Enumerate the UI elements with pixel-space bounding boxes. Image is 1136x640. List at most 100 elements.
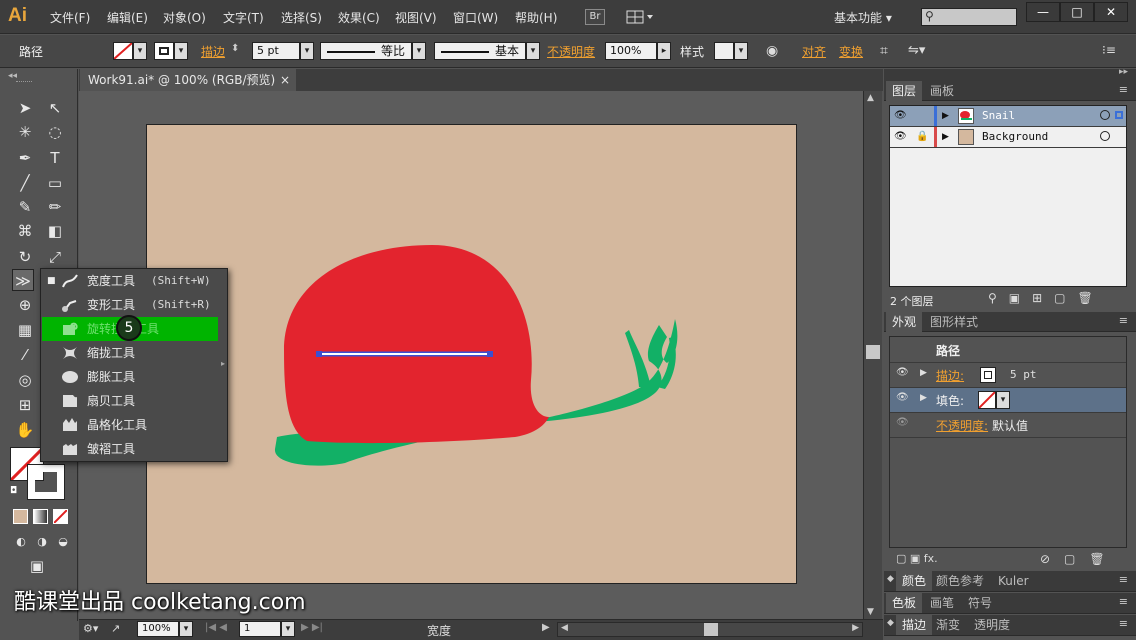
eraser-tool-icon[interactable]: ◧ — [44, 220, 66, 242]
hand-tool-icon[interactable]: ✋ — [14, 419, 36, 441]
appearance-footer-icons[interactable]: ▢ ▣ fx. — [896, 552, 938, 565]
opacity-label[interactable]: 不透明度 — [547, 43, 595, 60]
zoom-field[interactable]: 100% — [137, 621, 179, 637]
status-icon[interactable]: ⚙▾ — [83, 622, 98, 635]
scale-tool-icon[interactable]: ⤢ — [44, 246, 66, 268]
menu-view[interactable]: 视图(V) — [395, 9, 437, 26]
scroll-right-icon[interactable]: ▶ — [852, 623, 859, 633]
scroll-left-icon[interactable]: ◀ — [561, 623, 568, 633]
blob-brush-tool-icon[interactable]: ⌘ — [14, 220, 36, 242]
stroke-label[interactable]: 描边 — [201, 43, 225, 60]
artboard[interactable] — [146, 124, 797, 584]
draw-normal-icon[interactable]: ◐ — [10, 531, 32, 553]
menu-type[interactable]: 文字(T) — [223, 9, 264, 26]
menu-select[interactable]: 选择(S) — [281, 9, 322, 26]
recolor-artwork-icon[interactable]: ◉ — [766, 43, 778, 59]
selection-indicator[interactable] — [1115, 111, 1123, 119]
paintbrush-tool-icon[interactable]: ✎ — [14, 196, 36, 218]
pencil-tool-icon[interactable]: ✏ — [44, 196, 66, 218]
share-icon[interactable]: ↗ — [111, 622, 120, 635]
visibility-eye-icon[interactable]: 👁 — [894, 127, 907, 147]
minimize-button[interactable]: — — [1026, 2, 1060, 22]
color-mode-icon[interactable] — [13, 509, 28, 524]
expand-triangle-icon[interactable]: ▶ — [920, 393, 927, 403]
symbol-sprayer-tool-icon[interactable]: ◎ — [14, 369, 36, 391]
visibility-eye-icon[interactable]: 👁 — [896, 417, 909, 428]
flyout-item-warp-tool[interactable]: 变形工具 (Shift+R) — [41, 293, 227, 317]
width-tool-icon[interactable]: ≫ — [12, 269, 34, 291]
menu-effect[interactable]: 效果(C) — [338, 9, 380, 26]
tab-kuler[interactable]: Kuler — [992, 571, 1035, 591]
shape-builder-tool-icon[interactable]: ⊕ — [14, 294, 36, 316]
brush-dropdown[interactable]: ▾ — [526, 42, 540, 60]
scroll-up-icon[interactable]: ▲ — [867, 93, 874, 103]
fx-button[interactable]: fx. — [924, 552, 938, 565]
workspace-switcher[interactable]: 基本功能 ▾ — [834, 9, 892, 26]
target-circle-icon[interactable] — [1100, 110, 1110, 120]
menu-window[interactable]: 窗口(W) — [453, 9, 498, 26]
style-dropdown[interactable]: ▾ — [734, 42, 748, 60]
appearance-stroke-label[interactable]: 描边: — [936, 367, 964, 384]
tab-brushes[interactable]: 画笔 — [924, 593, 960, 613]
artboard-dropdown[interactable]: ▾ — [281, 621, 295, 637]
menu-object[interactable]: 对象(O) — [163, 9, 206, 26]
isolate-icon[interactable]: ⌗ — [880, 43, 888, 59]
maximize-button[interactable]: □ — [1060, 2, 1094, 22]
align-label[interactable]: 对齐 — [802, 43, 826, 60]
tab-transparency[interactable]: 透明度 — [968, 615, 1016, 635]
stroke-weight-dropdown[interactable]: ▾ — [300, 42, 314, 60]
search-field[interactable]: ⚲ — [921, 8, 1017, 26]
fill-dropdown[interactable]: ▾ — [996, 391, 1010, 409]
artboard-tool-icon[interactable]: ⊞ — [14, 394, 36, 416]
rectangle-tool-icon[interactable]: ▭ — [44, 172, 66, 194]
dock-collapse-icon[interactable]: ▸▸ — [1119, 67, 1128, 77]
opacity-field[interactable]: 100% — [605, 42, 657, 60]
tab-graphic-styles[interactable]: 图形样式 — [924, 312, 984, 332]
eyedropper-tool-icon[interactable]: ⁄ — [14, 344, 36, 366]
zoom-dropdown[interactable]: ▾ — [179, 621, 193, 637]
panel-menu-icon[interactable]: ≡ — [1119, 573, 1128, 586]
expand-triangle-icon[interactable]: ▶ — [920, 368, 927, 378]
scroll-down-icon[interactable]: ▼ — [867, 607, 874, 617]
gradient-mode-icon[interactable] — [33, 509, 48, 524]
artboard-number-field[interactable]: 1 — [239, 621, 281, 637]
tab-symbols[interactable]: 符号 — [962, 593, 998, 613]
visibility-eye-icon[interactable]: 👁 — [896, 367, 909, 378]
flyout-item-crystallize-tool[interactable]: 晶格化工具 — [41, 413, 227, 437]
vertical-scrollbar[interactable]: ▲ ▼ — [863, 91, 882, 619]
arrange-icon[interactable]: ⇋▾ — [908, 43, 925, 58]
stroke-color-box[interactable] — [27, 464, 65, 500]
tab-close-icon[interactable]: × — [280, 69, 290, 91]
appearance-opacity-row[interactable]: 👁 不透明度: 默认值 — [890, 413, 1126, 438]
menu-help[interactable]: 帮助(H) — [515, 9, 557, 26]
layer-row-background[interactable]: 👁 🔒 ▶ Background — [890, 127, 1126, 148]
appearance-stroke-row[interactable]: 👁 ▶ 描边: 5 pt — [890, 363, 1126, 388]
collapse-arrows-icon[interactable]: ◆ — [887, 574, 894, 584]
draw-inside-icon[interactable]: ◒ — [52, 531, 74, 553]
bridge-button[interactable]: Br — [585, 9, 605, 25]
magic-wand-tool-icon[interactable]: ✳ — [14, 121, 36, 143]
collapse-arrows-icon[interactable]: ◆ — [887, 618, 894, 628]
lasso-tool-icon[interactable]: ◌ — [44, 121, 66, 143]
visibility-eye-icon[interactable]: 👁 — [894, 106, 907, 126]
appearance-footer-right-icons[interactable]: ⊘▢🗑 — [1040, 552, 1119, 566]
layer-name[interactable]: Background — [982, 127, 1048, 147]
document-tab[interactable]: Work91.ai* @ 100% (RGB/预览) × — [80, 69, 296, 91]
layer-row-snail[interactable]: 👁 ▶ Snail — [890, 106, 1126, 127]
variable-width-profile[interactable]: 等比 — [320, 42, 412, 60]
expand-triangle-icon[interactable]: ▶ — [942, 106, 949, 126]
stroke-swatch[interactable] — [980, 367, 996, 383]
tab-color-guide[interactable]: 颜色参考 — [930, 571, 990, 591]
type-tool-icon[interactable]: T — [44, 147, 66, 169]
scroll-thumb[interactable] — [866, 345, 880, 359]
default-colors-icon[interactable]: ◘ — [10, 486, 17, 496]
horizontal-scrollbar[interactable]: ◀ ▶ — [557, 622, 863, 637]
target-circle-icon[interactable] — [1100, 131, 1110, 141]
selection-tool-icon[interactable]: ➤ — [14, 97, 36, 119]
tab-artboards[interactable]: 画板 — [924, 81, 960, 101]
layer-name[interactable]: Snail — [982, 106, 1015, 126]
status-menu-icon[interactable]: ▶ — [542, 622, 550, 633]
close-button[interactable]: ✕ — [1094, 2, 1128, 22]
tab-layers[interactable]: 图层 — [886, 81, 923, 101]
mesh-tool-icon[interactable]: ▦ — [14, 319, 36, 341]
